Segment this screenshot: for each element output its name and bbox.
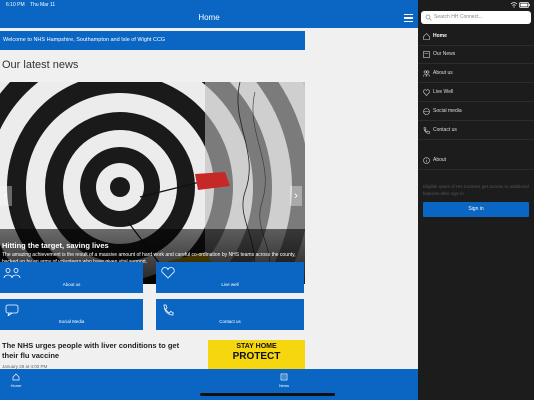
wifi-icon — [510, 2, 517, 8]
status-bar: 6:10 PM Thu Mar 11 — [0, 0, 418, 10]
chat-bubble-icon — [5, 304, 19, 316]
tab-home-label: Home — [10, 383, 22, 388]
drawer-item-live-well[interactable]: Live Well — [418, 84, 534, 102]
drawer-item-about[interactable]: About — [418, 152, 534, 170]
live-well-tile[interactable]: Live well — [156, 262, 304, 293]
search-placeholder: Search HH Connect... — [434, 14, 483, 20]
sign-in-button[interactable]: Sign in — [423, 202, 529, 217]
status-time: 6:10 PM — [6, 2, 25, 8]
drawer-item-our-news-label: Our News — [433, 51, 456, 57]
social-media-tile[interactable]: Social Media — [0, 299, 143, 330]
status-date: Thu Mar 11 — [30, 2, 56, 8]
newspaper-icon — [423, 51, 430, 58]
drawer-item-social-media-label: Social media — [433, 108, 462, 114]
people-icon — [423, 70, 430, 77]
heart-icon — [423, 89, 430, 96]
sign-in-hint: Eligible users of HH Connect get access … — [423, 184, 529, 196]
drawer-item-our-news[interactable]: Our News — [418, 46, 534, 64]
news-item-thumbnail[interactable]: STAY HOME PROTECT — [208, 340, 305, 369]
drawer-item-about-us-label: About us — [433, 70, 453, 76]
side-drawer: Search HH Connect... Home Our News About… — [418, 0, 534, 400]
social-media-label: Social Media — [58, 319, 85, 324]
carousel-prev-arrow-icon[interactable]: ‹ — [0, 186, 12, 206]
about-us-tile[interactable]: About us — [0, 262, 143, 293]
nav-bar: Home — [0, 10, 418, 28]
carousel-next-arrow-icon[interactable]: › — [290, 186, 302, 206]
heart-icon — [161, 267, 175, 279]
info-icon — [423, 157, 430, 164]
home-icon — [12, 373, 20, 381]
drawer-item-live-well-label: Live Well — [433, 89, 454, 95]
contact-us-tile[interactable]: Contact us — [156, 299, 304, 330]
drawer-item-home[interactable]: Home — [418, 28, 534, 46]
tab-home[interactable]: Home — [1, 373, 31, 388]
newspaper-icon — [280, 373, 288, 381]
news-carousel[interactable]: Hitting the target, saving lives The ama… — [0, 82, 305, 284]
status-icons — [510, 2, 530, 10]
battery-icon — [519, 2, 530, 8]
people-icon — [3, 268, 21, 279]
live-well-label: Live well — [221, 282, 239, 287]
thumb-line-2: PROTECT — [232, 351, 281, 362]
drawer-item-home-label: Home — [433, 33, 447, 39]
drawer-item-about-label: About — [433, 157, 447, 163]
tab-news-label: News — [278, 383, 289, 388]
phone-icon — [423, 127, 430, 134]
search-icon — [425, 14, 432, 21]
app-main: 6:10 PM Thu Mar 11 Home Welcome to NHS H… — [0, 0, 418, 400]
drawer-item-about-us[interactable]: About us — [418, 65, 534, 83]
contact-us-label: Contact us — [219, 319, 241, 324]
home-icon — [423, 33, 430, 40]
hamburger-menu-icon[interactable] — [404, 14, 413, 23]
thumb-line-1: STAY HOME — [236, 343, 277, 350]
drawer-item-contact-us[interactable]: Contact us — [418, 122, 534, 140]
drawer-item-social-media[interactable]: Social media — [418, 103, 534, 121]
home-indicator[interactable] — [200, 393, 335, 396]
home-content[interactable]: Welcome to NHS Hampshire, Southampton an… — [0, 28, 418, 369]
news-item-title[interactable]: The NHS urges people with liver conditio… — [2, 341, 197, 361]
phone-icon — [163, 304, 174, 316]
globe-icon — [423, 108, 430, 115]
page-title: Home — [198, 13, 220, 22]
welcome-banner: Welcome to NHS Hampshire, Southampton an… — [0, 31, 305, 50]
tab-news[interactable]: News — [269, 373, 299, 388]
about-us-label: About us — [62, 282, 81, 287]
hero-title[interactable]: Hitting the target, saving lives — [2, 241, 109, 250]
search-input[interactable]: Search HH Connect... — [421, 11, 531, 24]
drawer-item-contact-us-label: Contact us — [433, 127, 457, 133]
section-title-latest-news: Our latest news — [2, 59, 79, 71]
